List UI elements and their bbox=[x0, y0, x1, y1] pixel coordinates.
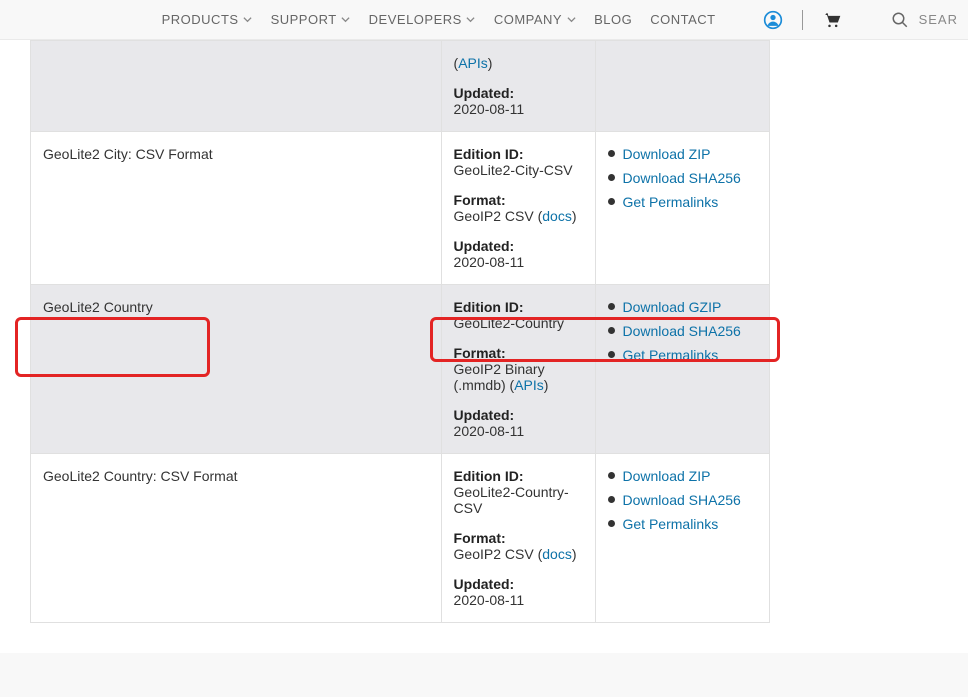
table-row: (APIs)Updated:2020-08-11 bbox=[31, 41, 770, 132]
product-name-cell: GeoLite2 Country: CSV Format bbox=[31, 454, 442, 623]
updated-value: 2020-08-11 bbox=[454, 592, 525, 608]
updated-value: 2020-08-11 bbox=[454, 423, 525, 439]
updated-label: Updated: bbox=[454, 576, 515, 592]
updated-value: 2020-08-11 bbox=[454, 254, 525, 270]
bullet-icon bbox=[608, 496, 615, 503]
download-link[interactable]: Get Permalinks bbox=[623, 194, 719, 210]
format-value: GeoIP2 CSV (docs) bbox=[454, 208, 577, 224]
chevron-down-icon bbox=[566, 15, 576, 25]
nav-contact[interactable]: CONTACT bbox=[650, 12, 715, 27]
nav-products-label: PRODUCTS bbox=[162, 12, 239, 27]
nav-developers-label: DEVELOPERS bbox=[369, 12, 462, 27]
main-nav: PRODUCTS SUPPORT DEVELOPERS COMPANY BLOG… bbox=[0, 0, 968, 40]
bullet-icon bbox=[608, 198, 615, 205]
updated-label: Updated: bbox=[454, 238, 515, 254]
user-icon[interactable] bbox=[762, 9, 784, 31]
divider bbox=[802, 10, 803, 30]
downloads-cell: Download GZIP Download SHA256 Get Permalin… bbox=[595, 285, 770, 454]
downloads-cell: Download ZIP Download SHA256 Get Permalink… bbox=[595, 454, 770, 623]
bullet-icon bbox=[608, 520, 615, 527]
product-name-cell: GeoLite2 City: CSV Format bbox=[31, 132, 442, 285]
product-name-cell: GeoLite2 Country bbox=[31, 285, 442, 454]
download-link[interactable]: Download SHA256 bbox=[623, 323, 741, 339]
search-label: SEAR bbox=[919, 12, 958, 27]
nav-developers[interactable]: DEVELOPERS bbox=[369, 12, 476, 27]
edition-id-value: GeoLite2-Country-CSV bbox=[454, 484, 569, 516]
details-cell: Edition ID:GeoLite2-Country-CSV Format:Ge… bbox=[441, 454, 595, 623]
bullet-icon bbox=[608, 150, 615, 157]
format-value: GeoIP2 Binary (.mmdb) (APIs) bbox=[454, 361, 549, 393]
edition-id-label: Edition ID: bbox=[454, 146, 524, 162]
download-link[interactable]: Download SHA256 bbox=[623, 492, 741, 508]
nav-products[interactable]: PRODUCTS bbox=[162, 12, 253, 27]
nav-blog[interactable]: BLOG bbox=[594, 12, 632, 27]
bullet-icon bbox=[608, 174, 615, 181]
nav-contact-label: CONTACT bbox=[650, 12, 715, 27]
nav-company[interactable]: COMPANY bbox=[494, 12, 576, 27]
page-content: (APIs)Updated:2020-08-11GeoLite2 City: C… bbox=[0, 40, 968, 653]
cart-icon[interactable] bbox=[821, 9, 843, 31]
updated-value: 2020-08-11 bbox=[454, 101, 525, 117]
download-link[interactable]: Get Permalinks bbox=[623, 516, 719, 532]
details-cell: Edition ID:GeoLite2-City-CSV Format:GeoIP… bbox=[441, 132, 595, 285]
nav-company-label: COMPANY bbox=[494, 12, 562, 27]
download-link[interactable]: Download ZIP bbox=[623, 146, 711, 162]
downloads-table: (APIs)Updated:2020-08-11GeoLite2 City: C… bbox=[30, 40, 770, 623]
details-cell: Edition ID:GeoLite2-Country Format:GeoIP2… bbox=[441, 285, 595, 454]
apis-link[interactable]: APIs bbox=[514, 377, 544, 393]
chevron-down-icon bbox=[466, 15, 476, 25]
format-value: GeoIP2 CSV (docs) bbox=[454, 546, 577, 562]
edition-id-value: GeoLite2-Country bbox=[454, 315, 565, 331]
edition-id-label: Edition ID: bbox=[454, 468, 524, 484]
edition-id-label: Edition ID: bbox=[454, 299, 524, 315]
search-button[interactable]: SEAR bbox=[889, 9, 958, 31]
product-name-cell bbox=[31, 41, 442, 132]
search-icon bbox=[889, 9, 911, 31]
bullet-icon bbox=[608, 327, 615, 334]
docs-link[interactable]: docs bbox=[542, 208, 572, 224]
downloads-cell: Download ZIP Download SHA256 Get Permalink… bbox=[595, 132, 770, 285]
download-link[interactable]: Download ZIP bbox=[623, 468, 711, 484]
downloads-cell bbox=[595, 41, 770, 132]
nav-support-label: SUPPORT bbox=[271, 12, 337, 27]
download-link[interactable]: Download GZIP bbox=[623, 299, 722, 315]
details-cell: (APIs)Updated:2020-08-11 bbox=[441, 41, 595, 132]
download-link[interactable]: Download SHA256 bbox=[623, 170, 741, 186]
bullet-icon bbox=[608, 303, 615, 310]
chevron-down-icon bbox=[243, 15, 253, 25]
table-row: GeoLite2 Country: CSV FormatEdition ID:G… bbox=[31, 454, 770, 623]
updated-label: Updated: bbox=[454, 85, 515, 101]
nav-support[interactable]: SUPPORT bbox=[271, 12, 351, 27]
updated-label: Updated: bbox=[454, 407, 515, 423]
table-row: GeoLite2 City: CSV FormatEdition ID:GeoL… bbox=[31, 132, 770, 285]
apis-link[interactable]: APIs bbox=[458, 55, 488, 71]
format-label: Format: bbox=[454, 345, 506, 361]
table-row: GeoLite2 CountryEdition ID:GeoLite2-Coun… bbox=[31, 285, 770, 454]
bullet-icon bbox=[608, 472, 615, 479]
format-label: Format: bbox=[454, 192, 506, 208]
download-link[interactable]: Get Permalinks bbox=[623, 347, 719, 363]
bullet-icon bbox=[608, 351, 615, 358]
edition-id-value: GeoLite2-City-CSV bbox=[454, 162, 573, 178]
format-label: Format: bbox=[454, 530, 506, 546]
chevron-down-icon bbox=[341, 15, 351, 25]
nav-blog-label: BLOG bbox=[594, 12, 632, 27]
docs-link[interactable]: docs bbox=[542, 546, 572, 562]
